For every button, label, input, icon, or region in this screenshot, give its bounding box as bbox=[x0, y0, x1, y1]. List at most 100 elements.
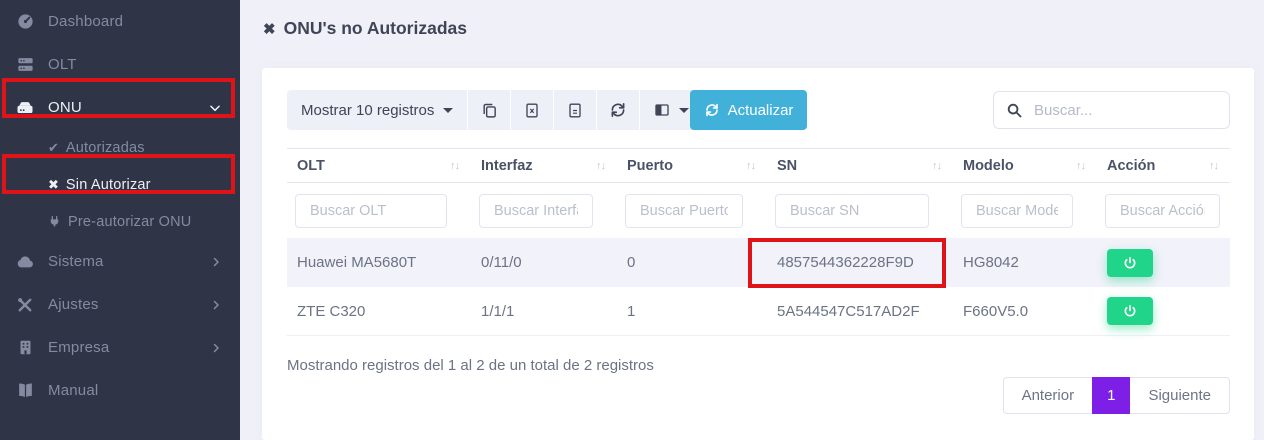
table-toolbar: Mostrar 10 registros bbox=[287, 90, 702, 130]
authorize-onu-button[interactable] bbox=[1107, 249, 1153, 277]
file-icon bbox=[567, 102, 583, 119]
sidebar-item-olt[interactable]: OLT bbox=[0, 43, 240, 86]
column-header-sn[interactable]: SN ↑↓ bbox=[767, 149, 953, 182]
sidebar-nav: Dashboard OLT ONU ✔ Autorizadas ✖ Sin Au… bbox=[0, 0, 240, 412]
filter-puerto-input[interactable] bbox=[625, 194, 743, 228]
sort-icon[interactable]: ↑↓ bbox=[1209, 160, 1218, 172]
x-icon: ✖ bbox=[263, 20, 276, 38]
sidebar-item-onu[interactable]: ONU bbox=[0, 86, 240, 129]
onu-table: OLT ↑↓ Interfaz ↑↓ Puerto ↑↓ SN ↑↓ Model… bbox=[287, 148, 1230, 336]
column-label: OLT bbox=[297, 158, 325, 174]
sidebar-item-label: Manual bbox=[48, 382, 222, 399]
filter-interfaz-input[interactable] bbox=[479, 194, 593, 228]
book-icon bbox=[12, 381, 38, 400]
actualizar-button[interactable]: Actualizar bbox=[690, 90, 807, 130]
column-label: Puerto bbox=[627, 158, 673, 174]
filter-olt-input[interactable] bbox=[295, 194, 447, 228]
caret-down-icon bbox=[679, 108, 689, 113]
sidebar-item-label: Autorizadas bbox=[66, 140, 222, 156]
search-icon bbox=[1006, 102, 1023, 119]
cell-modelo: HG8042 bbox=[953, 238, 1097, 287]
columns-icon bbox=[653, 102, 671, 118]
sort-icon[interactable]: ↑↓ bbox=[596, 160, 605, 172]
sidebar-item-label: Pre-autorizar ONU bbox=[68, 214, 222, 230]
power-icon bbox=[1123, 304, 1137, 318]
excel-file-icon bbox=[524, 102, 540, 119]
sidebar-item-label: Dashboard bbox=[48, 13, 222, 30]
sidebar-item-autorizadas[interactable]: ✔ Autorizadas bbox=[0, 129, 240, 166]
content-card: Mostrar 10 registros bbox=[262, 68, 1254, 440]
column-label: SN bbox=[777, 158, 797, 174]
cell-sn: 4857544362228F9D bbox=[767, 238, 953, 287]
cell-puerto: 0 bbox=[617, 238, 767, 287]
cell-puerto: 1 bbox=[617, 287, 767, 335]
sidebar-item-manual[interactable]: Manual bbox=[0, 369, 240, 412]
sort-icon[interactable]: ↑↓ bbox=[932, 160, 941, 172]
table-filter-row bbox=[287, 183, 1230, 238]
export-file-button[interactable] bbox=[554, 90, 596, 130]
sidebar: Dashboard OLT ONU ✔ Autorizadas ✖ Sin Au… bbox=[0, 0, 240, 440]
page-title: ✖ ONU's no Autorizadas bbox=[263, 18, 467, 39]
next-page-button[interactable]: Siguiente bbox=[1130, 377, 1230, 414]
x-icon: ✖ bbox=[48, 177, 59, 193]
refresh-icon bbox=[609, 101, 627, 119]
cell-interfaz: 0/11/0 bbox=[471, 238, 617, 287]
chevron-right-icon bbox=[210, 342, 222, 354]
column-header-interfaz[interactable]: Interfaz ↑↓ bbox=[471, 149, 617, 182]
chevron-right-icon bbox=[210, 256, 222, 268]
previous-page-button[interactable]: Anterior bbox=[1003, 377, 1093, 414]
table-row: Huawei MA5680T 0/11/0 0 4857544362228F9D… bbox=[287, 238, 1230, 287]
reload-button[interactable] bbox=[597, 90, 639, 130]
filter-sn-input[interactable] bbox=[775, 194, 929, 228]
filter-accion-input[interactable] bbox=[1105, 194, 1220, 228]
sidebar-item-label: ONU bbox=[48, 99, 208, 116]
search-input[interactable] bbox=[1034, 102, 1233, 119]
chevron-right-icon bbox=[210, 299, 222, 311]
copy-button[interactable] bbox=[468, 90, 510, 130]
cell-olt: ZTE C320 bbox=[287, 287, 471, 335]
table-info: Mostrando registros del 1 al 2 de un tot… bbox=[287, 357, 654, 374]
refresh-icon bbox=[704, 102, 720, 118]
actualizar-label: Actualizar bbox=[728, 102, 794, 119]
sort-icon[interactable]: ↑↓ bbox=[746, 160, 755, 172]
table-header-row: OLT ↑↓ Interfaz ↑↓ Puerto ↑↓ SN ↑↓ Model… bbox=[287, 148, 1230, 183]
sort-icon[interactable]: ↑↓ bbox=[450, 160, 459, 172]
chevron-down-icon bbox=[208, 101, 222, 115]
sidebar-item-label: Ajustes bbox=[48, 296, 210, 313]
sidebar-item-pre-autorizar[interactable]: Pre-autorizar ONU bbox=[0, 203, 240, 240]
sidebar-item-label: Sistema bbox=[48, 253, 210, 270]
cell-interfaz: 1/1/1 bbox=[471, 287, 617, 335]
cell-olt: Huawei MA5680T bbox=[287, 238, 471, 287]
column-header-modelo[interactable]: Modelo ↑↓ bbox=[953, 149, 1097, 182]
copy-icon bbox=[481, 102, 498, 119]
sort-icon[interactable]: ↑↓ bbox=[1076, 160, 1085, 172]
check-icon: ✔ bbox=[48, 140, 59, 156]
sidebar-item-sistema[interactable]: Sistema bbox=[0, 240, 240, 283]
current-page-button[interactable]: 1 bbox=[1092, 377, 1130, 414]
modem-icon bbox=[12, 98, 38, 118]
column-label: Interfaz bbox=[481, 158, 533, 174]
table-row: ZTE C320 1/1/1 1 5A544547C517AD2F F660V5… bbox=[287, 287, 1230, 336]
building-icon bbox=[12, 339, 38, 356]
column-label: Acción bbox=[1107, 158, 1155, 174]
server-icon bbox=[12, 55, 38, 74]
length-menu-label: Mostrar 10 registros bbox=[301, 102, 434, 119]
length-menu-button[interactable]: Mostrar 10 registros bbox=[287, 90, 467, 130]
sidebar-item-empresa[interactable]: Empresa bbox=[0, 326, 240, 369]
authorize-onu-button[interactable] bbox=[1107, 297, 1153, 325]
cell-sn: 5A544547C517AD2F bbox=[767, 287, 953, 335]
plug-icon bbox=[48, 215, 61, 228]
column-header-puerto[interactable]: Puerto ↑↓ bbox=[617, 149, 767, 182]
cell-modelo: F660V5.0 bbox=[953, 287, 1097, 335]
export-excel-button[interactable] bbox=[511, 90, 553, 130]
global-search bbox=[993, 91, 1230, 129]
power-icon bbox=[1123, 256, 1137, 270]
sidebar-item-label: Empresa bbox=[48, 339, 210, 356]
sidebar-item-dashboard[interactable]: Dashboard bbox=[0, 0, 240, 43]
sidebar-item-ajustes[interactable]: Ajustes bbox=[0, 283, 240, 326]
sidebar-item-sin-autorizar[interactable]: ✖ Sin Autorizar bbox=[0, 166, 240, 203]
column-header-olt[interactable]: OLT ↑↓ bbox=[287, 149, 471, 182]
column-header-accion[interactable]: Acción ↑↓ bbox=[1097, 149, 1230, 182]
filter-modelo-input[interactable] bbox=[961, 194, 1073, 228]
sidebar-item-label: Sin Autorizar bbox=[66, 177, 222, 193]
